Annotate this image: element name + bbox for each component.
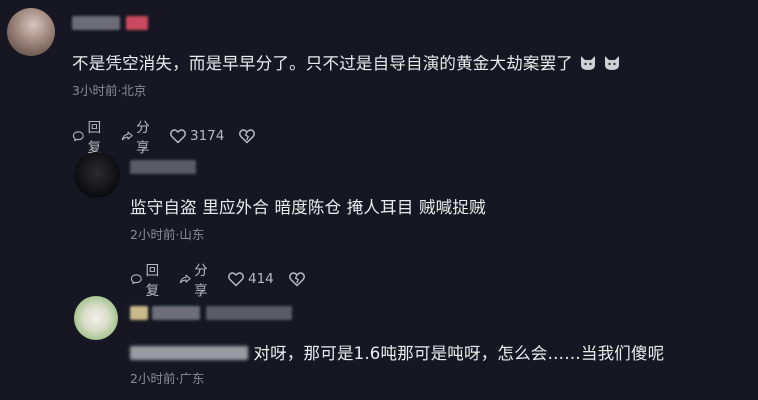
heart-icon — [228, 272, 244, 287]
share-icon — [179, 274, 191, 284]
broken-heart-icon — [239, 129, 256, 144]
comment-text: 不是凭空消失，而是早早分了。只不过是自导自演的黄金大劫案罢了 — [72, 50, 621, 74]
comment-text: 对呀，那可是1.6吨那可是吨呀，怎么会……当我们傻呢 — [130, 340, 664, 364]
comment-meta: 2小时前·广东 — [130, 371, 205, 386]
comment-meta: 3小时前·北京 — [72, 83, 147, 98]
reply-button[interactable]: 回复 — [72, 116, 107, 156]
reply-label: 回复 — [145, 263, 160, 299]
heart-icon — [170, 129, 186, 144]
comment-body: 监守自盗 里应外合 暗度陈仓 掩人耳目 贼喊捉贼 — [130, 198, 486, 217]
username-blurred[interactable] — [72, 16, 120, 30]
like-count: 3174 — [190, 128, 225, 144]
comment-meta: 2小时前·山东 — [130, 227, 205, 242]
dislike-button[interactable] — [238, 127, 259, 145]
comment-actions: 回复 分享 3174 — [72, 116, 273, 156]
dislike-button[interactable] — [288, 270, 309, 288]
reply-icon — [72, 131, 84, 142]
share-icon — [121, 131, 133, 141]
like-count: 414 — [248, 271, 274, 287]
username-blurred-3 — [206, 306, 292, 320]
comment-actions: 回复 分享 414 — [130, 259, 323, 299]
avatar[interactable] — [74, 152, 120, 198]
avatar[interactable] — [7, 8, 55, 56]
share-label: 分享 — [194, 263, 208, 299]
username-blurred[interactable] — [130, 306, 148, 320]
comment-body: 对呀，那可是1.6吨那可是吨呀，怎么会……当我们傻呢 — [253, 344, 665, 363]
share-button[interactable]: 分享 — [121, 116, 156, 156]
username-blurred[interactable] — [130, 160, 196, 174]
mention-blurred — [130, 346, 248, 360]
comment-body: 不是凭空消失，而是早早分了。只不过是自导自演的黄金大劫案罢了 — [72, 54, 573, 73]
cat-emoji-icon — [603, 55, 621, 71]
share-label: 分享 — [136, 120, 150, 156]
broken-heart-icon — [288, 272, 305, 287]
reply-button[interactable]: 回复 — [130, 259, 165, 299]
username-blurred-2 — [152, 306, 200, 320]
user-badge-blurred — [126, 16, 148, 30]
like-button[interactable]: 414 — [227, 270, 274, 288]
avatar[interactable] — [74, 296, 118, 340]
reply-icon — [130, 274, 142, 285]
share-button[interactable]: 分享 — [179, 259, 214, 299]
like-button[interactable]: 3174 — [169, 127, 224, 145]
cat-emoji-icon — [579, 55, 597, 71]
reply-label: 回复 — [87, 120, 102, 156]
